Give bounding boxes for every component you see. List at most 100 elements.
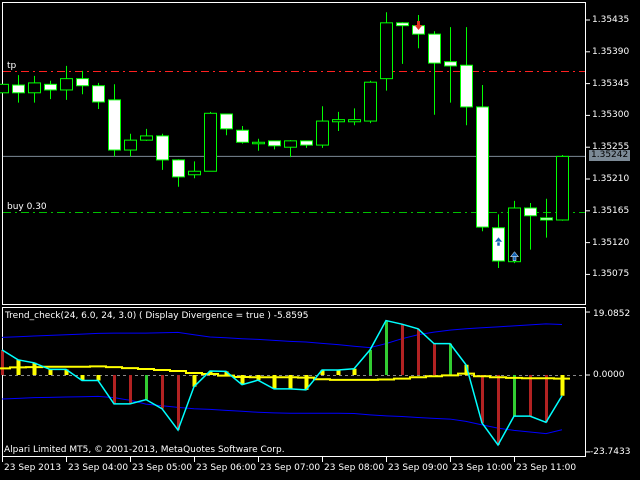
- candle: [0, 83, 9, 94]
- histogram-bar: [417, 328, 420, 375]
- candle-body: [12, 84, 25, 94]
- candle: [188, 161, 201, 179]
- candle-body: [540, 217, 553, 221]
- candle-body: [428, 33, 441, 64]
- price-axis-label: 1.35435: [592, 15, 630, 25]
- indicator-window[interactable]: [0, 319, 585, 447]
- candle: [28, 75, 41, 103]
- candle: [316, 106, 329, 148]
- candle-body: [60, 78, 73, 91]
- candle-body: [28, 82, 41, 94]
- candle: [252, 138, 265, 151]
- candle-body: [220, 113, 233, 130]
- candle-body: [156, 135, 169, 161]
- candle-body: [252, 141, 265, 145]
- price-axis-label: 1.35300: [592, 110, 630, 121]
- candle: [268, 140, 281, 150]
- histogram-bar: [513, 375, 516, 417]
- candle: [444, 27, 457, 103]
- price-axis-label: 1.35075: [592, 269, 630, 280]
- histogram-bar: [145, 375, 148, 400]
- candle: [156, 133, 169, 170]
- histogram-bar: [161, 375, 164, 409]
- histogram-bar: [481, 375, 484, 423]
- candle-body: [44, 83, 57, 91]
- candle: [204, 111, 217, 172]
- time-axis-label: 23 Sep 07:00: [260, 463, 321, 473]
- candle-body: [300, 140, 313, 146]
- candle-body: [460, 64, 473, 108]
- candle-body: [268, 140, 281, 147]
- candle: [124, 133, 137, 157]
- candle: [380, 12, 393, 91]
- candle-body: [236, 129, 249, 143]
- candle: [556, 154, 569, 221]
- time-axis-label: 23 Sep 05:00: [132, 463, 193, 473]
- histogram-bar: [32, 362, 37, 375]
- time-axis-label: 23 Sep 06:00: [196, 463, 257, 473]
- histogram-bar: [433, 343, 436, 375]
- candle-body: [396, 22, 409, 27]
- time-axis-label: 23 Sep 08:00: [324, 463, 385, 473]
- lower-band-line: [1, 395, 563, 435]
- histogram-bar: [385, 320, 388, 375]
- candle: [300, 140, 313, 148]
- candle-body: [364, 81, 377, 122]
- histogram-bar: [369, 349, 372, 375]
- time-axis-label: 23 Sep 10:00: [452, 463, 513, 473]
- candle-body: [92, 85, 105, 103]
- candle: [348, 108, 361, 126]
- candle: [332, 111, 345, 131]
- candle-body: [476, 106, 489, 228]
- candle: [412, 15, 425, 49]
- candle-body: [380, 22, 393, 80]
- indicator-axis-zero: 0.0000: [593, 370, 625, 380]
- candle-body: [444, 61, 457, 67]
- candle-body: [140, 135, 153, 141]
- price-axis-label: 1.35165: [592, 205, 630, 216]
- histogram-bar: [545, 375, 548, 423]
- candle: [108, 84, 121, 157]
- upper-band-line: [1, 323, 563, 349]
- candle: [140, 128, 153, 141]
- candle-body: [108, 99, 121, 151]
- histogram-bar: [449, 343, 452, 375]
- candle: [172, 159, 185, 187]
- candle-body: [524, 207, 537, 217]
- price-axis-label: 1.35120: [592, 237, 630, 248]
- histogram-bar: [529, 375, 532, 417]
- candle: [92, 82, 105, 110]
- candle: [540, 198, 553, 238]
- price-axis-label: 1.35345: [592, 78, 630, 89]
- candle: [236, 126, 249, 144]
- candle-body: [172, 159, 185, 178]
- histogram-bar: [177, 375, 180, 431]
- candle-body: [124, 139, 137, 151]
- copyright-text: Alpari Limited MT5, © 2001-2013, MetaQuo…: [4, 445, 285, 455]
- trend-line: [1, 319, 563, 447]
- candle-body: [348, 119, 361, 123]
- candle: [524, 203, 537, 250]
- candle: [12, 75, 25, 103]
- candle: [76, 70, 89, 95]
- main-price-chart[interactable]: [0, 12, 585, 269]
- candle: [428, 31, 441, 115]
- time-axis-label: 23 Sep 2013: [4, 463, 62, 473]
- candle: [396, 22, 409, 64]
- price-axis-label: 1.35255: [592, 142, 630, 153]
- candle: [220, 113, 233, 136]
- buy-position-label: buy 0.30: [7, 202, 47, 212]
- candle: [44, 80, 57, 100]
- histogram-bar: [129, 375, 132, 404]
- histogram-bar: [497, 375, 500, 445]
- histogram-bar: [48, 369, 53, 375]
- chart-canvas[interactable]: [0, 0, 640, 480]
- candle-body: [204, 112, 217, 172]
- price-axis-label: 1.35210: [592, 174, 630, 184]
- candle-body: [188, 170, 201, 176]
- histogram-bar: [1, 349, 4, 375]
- candle-body: [76, 78, 89, 87]
- signal-line: [0, 365, 570, 381]
- candle: [364, 80, 377, 124]
- histogram-bar: [401, 324, 404, 375]
